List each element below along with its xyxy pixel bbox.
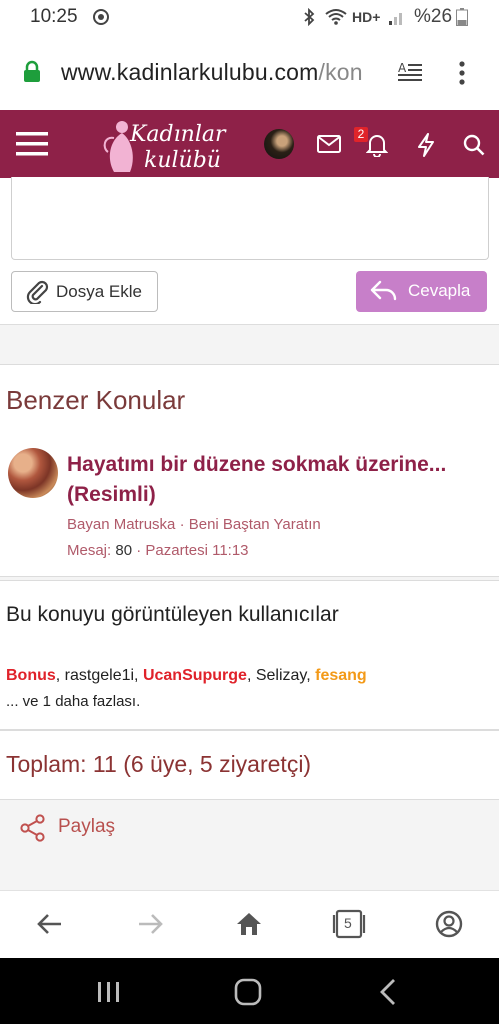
viewer-user[interactable]: fesang [315,667,367,684]
thread-title-link[interactable]: Hayatımı bir düzene sokmak üzerine... (R… [67,450,487,510]
wifi-icon [324,8,348,31]
recent-apps-icon[interactable] [96,980,122,1009]
viewer-user[interactable]: rastgele1i [65,667,134,684]
system-nav-bar [0,958,499,1024]
record-icon [92,8,110,31]
notification-badge: 2 [354,127,368,142]
attach-file-button[interactable]: Dosya Ekle [11,271,158,312]
more-options-icon[interactable] [458,60,466,91]
viewer-user[interactable]: Selizay [256,667,306,684]
similar-threads-title: Benzer Konular [6,385,186,415]
svg-text:A: A [398,61,407,75]
lock-icon [22,60,42,89]
browser-url-bar: www.kadinlarkulubu.com/kon A [0,34,499,111]
meta-separator: · [179,516,189,533]
site-logo[interactable]: Kadınlar kulübü [100,116,240,176]
battery-icon [456,8,468,31]
totals-bar: Toplam: 11 (6 üye, 5 ziyaretçi) [0,730,499,800]
battery-percent: %26 [414,6,453,27]
tabs-icon[interactable]: 5 [332,909,366,944]
thread-author-line: Bayan Matruska · Beni Baştan Yaratın [67,516,321,533]
reader-mode-icon[interactable]: A [397,60,423,89]
reply-arrow-icon [370,280,398,307]
thread-author-avatar[interactable] [8,448,58,498]
reply-label: Cevapla [408,281,471,300]
network-type-label: HD+ [352,9,381,25]
viewer-user[interactable]: Bonus [6,667,56,684]
meta-separator: · [136,542,146,559]
share-link[interactable]: Paylaş [58,816,115,838]
logo-line1: Kadınlar [130,122,226,147]
url-field[interactable]: www.kadinlarkulubu.com/kon [61,59,363,86]
status-bar: 10:25 HD+ %26 [0,0,499,34]
status-time: 10:25 [30,6,78,27]
home-button-icon[interactable] [234,978,262,1011]
thread-forum[interactable]: Beni Baştan Yaratın [189,516,321,533]
viewer-user[interactable]: UcanSupurge [143,667,247,684]
reply-button[interactable]: Cevapla [356,271,487,312]
logo-line2: kulübü [144,148,221,173]
reply-area: Dosya Ekle Cevapla [0,177,499,325]
share-icon[interactable] [20,814,46,847]
home-icon[interactable] [236,911,262,942]
url-domain: www.kadinlarkulubu.com [61,59,319,85]
url-path: /kon [318,59,363,85]
similar-threads-header: Benzer Konular [0,364,499,438]
search-icon[interactable] [463,134,485,161]
tab-count: 5 [344,915,352,931]
mail-icon[interactable] [317,135,341,158]
reply-editor[interactable] [11,177,489,260]
similar-thread-item[interactable]: Hayatımı bir düzene sokmak üzerine... (R… [0,436,499,577]
viewers-more: ... ve 1 daha fazlası. [6,693,141,710]
viewers-title: Bu konuyu görüntüleyen kullanıcılar [6,603,339,626]
thread-stats-line: Mesaj: 80 · Pazartesi 11:13 [67,542,249,559]
replies-label: Mesaj: [67,542,112,559]
thread-date: Pazartesi 11:13 [145,542,249,559]
viewers-list: Bonus, rastgele1i, UcanSupurge, Selizay,… [6,667,367,684]
thread-viewers: Bu konuyu görüntüleyen kullanıcılar Bonu… [0,580,499,730]
replies-count: 80 [115,542,133,559]
user-avatar[interactable] [264,129,294,159]
bolt-icon[interactable] [417,133,435,162]
account-icon[interactable] [435,910,463,943]
bell-icon[interactable] [365,133,389,162]
bluetooth-icon [302,7,316,31]
thread-author[interactable]: Bayan Matruska [67,516,175,533]
signal-icon [388,8,406,31]
attach-file-label: Dosya Ekle [56,282,142,301]
browser-bottom-bar: 5 [0,890,499,959]
totals-text: Toplam: 11 (6 üye, 5 ziyaretçi) [6,751,312,777]
menu-icon[interactable] [16,131,48,162]
forward-arrow-icon[interactable] [137,911,163,942]
system-back-icon[interactable] [378,978,398,1011]
paperclip-icon [26,280,50,309]
page-content: Dosya Ekle Cevapla Benzer Konular Hayatı… [0,177,499,890]
back-arrow-icon[interactable] [37,911,63,942]
